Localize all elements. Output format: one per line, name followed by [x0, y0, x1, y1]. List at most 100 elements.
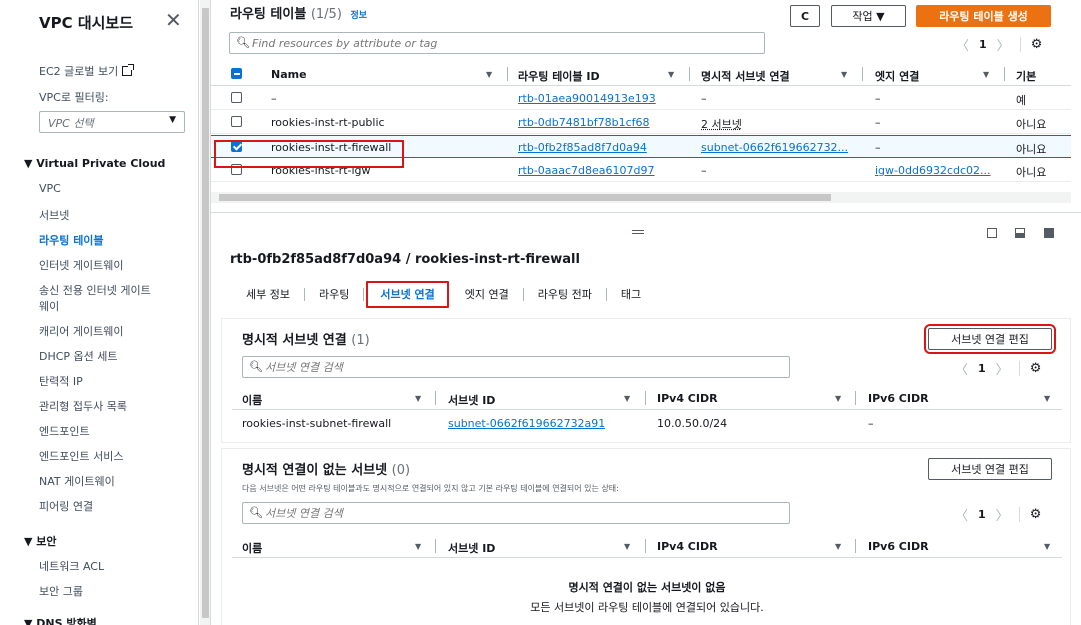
col-main[interactable]: 기본 — [1016, 68, 1036, 84]
sort-icon[interactable]: ▼ — [415, 394, 421, 403]
route-tables-search[interactable]: 🔍︎ — [229, 32, 765, 54]
unassociated-search[interactable]: 🔍︎ — [242, 502, 790, 524]
col-divider[interactable] — [507, 67, 508, 81]
col-explicit-subnets[interactable]: 명시적 서브넷 연결 — [701, 68, 790, 84]
sort-icon[interactable]: ▼ — [668, 70, 674, 79]
page-number[interactable]: 1 — [979, 38, 987, 51]
col-name[interactable]: Name — [271, 68, 307, 81]
explicit-search[interactable]: 🔍︎ — [242, 356, 790, 378]
col-divider[interactable] — [862, 67, 863, 81]
col-route-table-id[interactable]: 라우팅 테이블 ID — [518, 68, 600, 84]
route-table-id-link[interactable]: rtb-01aea90014913e193 — [518, 92, 656, 105]
create-route-table-button[interactable]: 라우팅 테이블 생성 — [916, 5, 1051, 27]
sidebar-item-subnets[interactable]: 서브넷 — [39, 207, 69, 223]
sidebar-item-egress-only-igw[interactable]: 송신 전용 인터넷 게이트 — [39, 282, 151, 298]
sidebar-title[interactable]: VPC 대시보드 — [39, 12, 133, 33]
sort-icon[interactable]: ▼ — [835, 542, 841, 551]
prev-page-icon[interactable]: 〈 — [956, 35, 969, 54]
refresh-button[interactable]: C — [790, 5, 820, 27]
pane-split-icon[interactable] — [1015, 228, 1025, 238]
sidebar-section-security[interactable]: ▼ 보안 — [24, 533, 57, 549]
sidebar-item-elastic-ip[interactable]: 탄력적 IP — [39, 373, 83, 389]
col-subnet-id[interactable]: 서브넷 ID — [448, 392, 495, 408]
sort-icon[interactable]: ▼ — [415, 542, 421, 551]
sort-icon[interactable]: ▼ — [1044, 394, 1050, 403]
col-divider[interactable] — [435, 539, 436, 553]
scrollbar-thumb[interactable] — [202, 8, 209, 618]
subnet-id-link[interactable]: subnet-0662f619662732a91 — [448, 417, 605, 430]
col-ipv4-cidr[interactable]: IPv4 CIDR — [657, 392, 718, 405]
route-table-id-link[interactable]: rtb-0aaac7d8ea6107d97 — [518, 164, 655, 177]
col-divider[interactable] — [855, 391, 856, 405]
sort-icon[interactable]: ▼ — [1044, 542, 1050, 551]
col-name[interactable]: 이름 — [242, 540, 262, 556]
select-all-checkbox[interactable] — [231, 68, 242, 79]
tab-routes[interactable]: 라우팅 — [305, 287, 365, 301]
tab-tags[interactable]: 태그 — [607, 288, 655, 301]
horizontal-scrollbar[interactable] — [211, 192, 1071, 203]
col-divider[interactable] — [689, 67, 690, 81]
sidebar-item-security-groups[interactable]: 보안 그룹 — [39, 583, 83, 599]
route-tables-search-input[interactable] — [252, 35, 758, 51]
drag-handle-icon[interactable] — [632, 230, 644, 234]
next-page-icon[interactable]: 〉 — [996, 359, 1009, 378]
col-divider[interactable] — [435, 391, 436, 405]
col-divider[interactable] — [1004, 67, 1005, 81]
prev-page-icon[interactable]: 〈 — [955, 505, 968, 524]
route-table-id-link[interactable]: rtb-0fb2f85ad8f7d0a94 — [518, 141, 647, 154]
sidebar-item-ec2-global[interactable]: EC2 글로벌 보기 — [39, 63, 135, 79]
unassociated-search-input[interactable] — [265, 505, 783, 521]
col-divider[interactable] — [855, 539, 856, 553]
page-number[interactable]: 1 — [978, 362, 986, 375]
sort-icon[interactable]: ▼ — [624, 542, 630, 551]
col-divider[interactable] — [645, 539, 646, 553]
sidebar-scrollbar[interactable] — [200, 0, 211, 625]
sidebar-section-vpc[interactable]: ▼ Virtual Private Cloud — [24, 157, 165, 170]
table-row[interactable]: rookies-inst-rt-public rtb-0db7481bf78b1… — [211, 111, 1071, 134]
sort-icon[interactable]: ▼ — [486, 70, 492, 79]
pane-full-icon[interactable] — [1044, 228, 1054, 238]
gear-icon[interactable]: ⚙ — [1018, 361, 1041, 376]
pane-bottom-icon[interactable] — [987, 228, 997, 238]
col-name[interactable]: 이름 — [242, 392, 262, 408]
sidebar-item-route-tables[interactable]: 라우팅 테이블 — [39, 232, 104, 248]
row-checkbox[interactable] — [231, 116, 242, 127]
tab-edge-associations[interactable]: 엣지 연결 — [451, 287, 524, 301]
col-ipv6-cidr[interactable]: IPv6 CIDR — [868, 392, 929, 405]
sidebar-item-nat-gateways[interactable]: NAT 게이트웨이 — [39, 473, 115, 489]
explicit-search-input[interactable] — [265, 359, 783, 375]
col-edge[interactable]: 엣지 연결 — [875, 68, 919, 84]
sidebar-item-network-acl[interactable]: 네트워크 ACL — [39, 558, 104, 574]
tab-subnet-associations[interactable]: 서브넷 연결 — [366, 280, 449, 308]
sidebar-item-endpoints[interactable]: 엔드포인트 — [39, 423, 90, 439]
gear-icon[interactable]: ⚙ — [1018, 507, 1041, 522]
sidebar-item-endpoint-services[interactable]: 엔드포인트 서비스 — [39, 448, 123, 464]
table-row[interactable]: rookies-inst-subnet-firewall subnet-0662… — [232, 412, 1062, 435]
page-number[interactable]: 1 — [978, 508, 986, 521]
sort-icon[interactable]: ▼ — [841, 70, 847, 79]
vpc-filter-select[interactable]: VPC 선택 ▼ — [39, 111, 185, 133]
subnet-link[interactable]: subnet-0662f619662732... — [701, 141, 856, 154]
actions-button[interactable]: 작업 ▼ — [831, 5, 906, 27]
sidebar-item-vpc[interactable]: VPC — [39, 182, 61, 195]
info-link[interactable]: 정보 — [350, 11, 367, 21]
route-table-id-link[interactable]: rtb-0db7481bf78b1cf68 — [518, 116, 650, 129]
gear-icon[interactable]: ⚙ — [1019, 37, 1042, 52]
sidebar-item-dhcp-options[interactable]: DHCP 옵션 세트 — [39, 348, 118, 364]
tab-route-propagation[interactable]: 라우팅 전파 — [524, 287, 607, 301]
sort-icon[interactable]: ▼ — [983, 70, 989, 79]
sidebar-item-peering[interactable]: 피어링 연결 — [39, 498, 93, 514]
edit-subnet-associations-button[interactable]: 서브넷 연결 편집 — [924, 324, 1056, 354]
igw-link[interactable]: igw-0dd6932cdc02... — [875, 164, 1000, 177]
sidebar-item-egress-only-igw-wrap[interactable]: 웨이 — [39, 298, 59, 314]
col-ipv4-cidr[interactable]: IPv4 CIDR — [657, 540, 718, 553]
sidebar-item-carrier-gateways[interactable]: 캐리어 게이트웨이 — [39, 323, 123, 339]
col-divider[interactable] — [645, 391, 646, 405]
col-subnet-id[interactable]: 서브넷 ID — [448, 540, 495, 556]
row-checkbox[interactable] — [231, 92, 242, 103]
table-row[interactable]: – rtb-01aea90014913e193 – – 예 — [211, 87, 1071, 110]
sort-icon[interactable]: ▼ — [624, 394, 630, 403]
sidebar-section-dns-firewall[interactable]: ▼ DNS 방화벽 — [24, 615, 97, 625]
prev-page-icon[interactable]: 〈 — [955, 359, 968, 378]
edit-subnet-associations-button-2[interactable]: 서브넷 연결 편집 — [928, 458, 1052, 480]
